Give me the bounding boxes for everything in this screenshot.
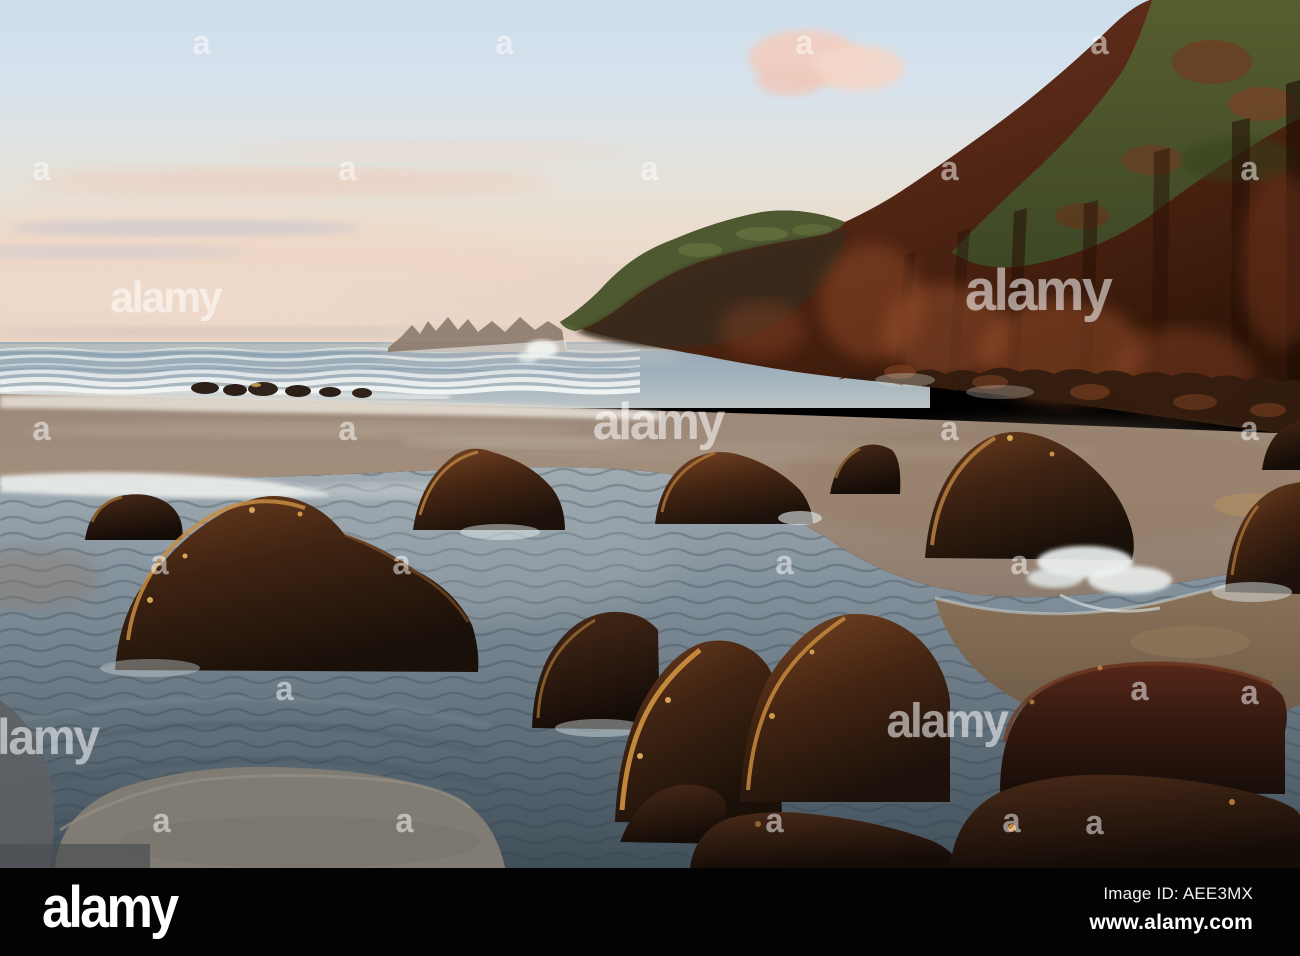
alamy-logo: alamy bbox=[42, 875, 179, 940]
alamy-footer-bar: alamy Image ID: AEE3MX www.alamy.com bbox=[0, 868, 1300, 956]
beach-photograph: alamyalamyalamyalamyalamyaaaaaaaaaaaaaaa… bbox=[0, 0, 1300, 868]
stock-photo-page: alamyalamyalamyalamyalamyaaaaaaaaaaaaaaa… bbox=[0, 0, 1300, 956]
image-id-label: Image ID: AEE3MX bbox=[1103, 884, 1253, 903]
image-meta: Image ID: AEE3MX www.alamy.com bbox=[1089, 884, 1253, 935]
beach-scene-graphic bbox=[0, 0, 1300, 868]
alamy-website-url: www.alamy.com bbox=[1089, 911, 1253, 934]
